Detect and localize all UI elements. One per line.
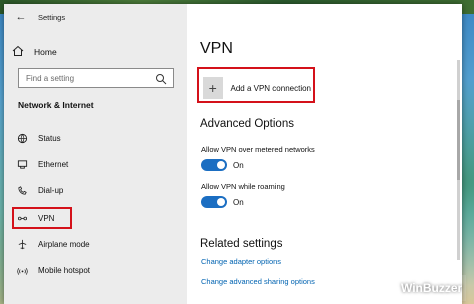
back-arrow-icon[interactable]: ← (14, 10, 28, 24)
phone-icon (14, 184, 30, 196)
page-title: VPN (200, 40, 233, 57)
sidebar-item-label: Status (38, 133, 61, 143)
change-sharing-options-link[interactable]: Change advanced sharing options (201, 277, 315, 286)
sidebar-home[interactable]: Home (12, 44, 57, 60)
sidebar-item-mobile-hotspot[interactable]: Mobile hotspot (12, 261, 182, 279)
search-input[interactable]: Find a setting (18, 68, 174, 88)
hotspot-icon (14, 264, 30, 276)
settings-window: Home Find a setting Network & Internet S… (4, 4, 462, 304)
metered-toggle-state: On (233, 161, 244, 170)
globe-icon (14, 132, 30, 144)
watermark-text: WinBuzzer (401, 281, 463, 295)
advanced-options-title: Advanced Options (200, 118, 294, 130)
sidebar-item-dial-up[interactable]: Dial-up (12, 181, 182, 199)
metered-option-label: Allow VPN over metered networks (201, 145, 315, 154)
roaming-toggle[interactable] (201, 196, 227, 208)
sidebar-item-status[interactable]: Status (12, 129, 182, 147)
add-vpn-highlight-box (197, 67, 315, 103)
window-title: Settings (38, 13, 66, 22)
scrollbar[interactable] (457, 60, 460, 260)
toggle-knob (217, 198, 225, 206)
main-content: VPN + Add a VPN connection Advanced Opti… (187, 4, 462, 304)
sidebar-item-label: Dial-up (38, 185, 64, 195)
change-adapter-options-link[interactable]: Change adapter options (201, 257, 281, 266)
metered-toggle[interactable] (201, 159, 227, 171)
roaming-option-label: Allow VPN while roaming (201, 182, 285, 191)
ethernet-icon (14, 158, 30, 170)
home-icon (12, 45, 28, 60)
sidebar: Home Find a setting Network & Internet S… (4, 4, 187, 304)
sidebar-item-airplane-mode[interactable]: Airplane mode (12, 235, 182, 253)
vpn-highlight-box (12, 207, 72, 229)
roaming-toggle-state: On (233, 198, 244, 207)
search-icon (155, 72, 167, 85)
home-label: Home (34, 47, 57, 57)
watermark-logo-icon: W (373, 276, 397, 300)
sidebar-item-label: Mobile hotspot (38, 265, 91, 275)
sidebar-item-label: Airplane mode (38, 239, 90, 249)
watermark: W WinBuzzer (370, 275, 466, 301)
toggle-knob (217, 161, 225, 169)
related-settings-title: Related settings (200, 238, 283, 250)
search-placeholder: Find a setting (26, 74, 75, 83)
sidebar-item-label: Ethernet (38, 159, 69, 169)
airplane-icon (14, 238, 30, 250)
scrollbar-thumb[interactable] (457, 100, 460, 180)
sidebar-item-ethernet[interactable]: Ethernet (12, 155, 182, 173)
section-label: Network & Internet (18, 100, 94, 110)
